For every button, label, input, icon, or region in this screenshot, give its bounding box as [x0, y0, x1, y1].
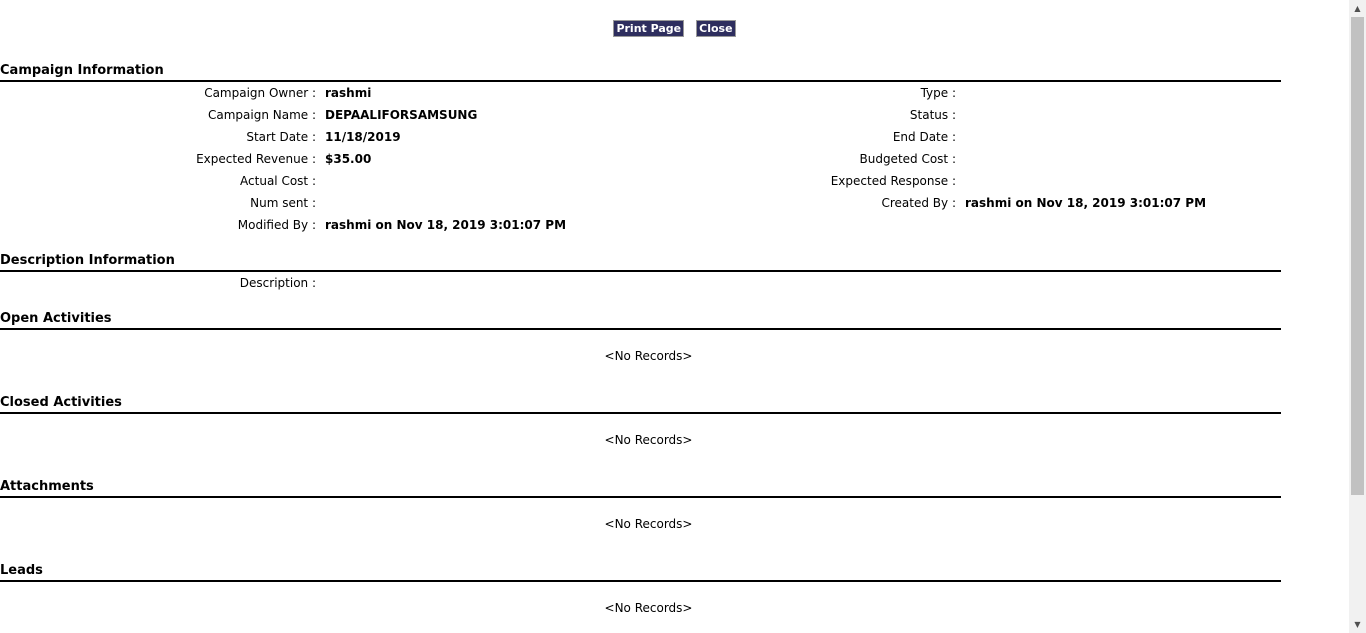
status-label: Status : [909, 108, 956, 122]
open-activities-section: Open Activities <No Records> [0, 311, 1281, 364]
description-label: Description : [239, 276, 316, 290]
end-date-label: End Date : [892, 130, 956, 144]
chevron-down-icon[interactable]: ▼ [1349, 616, 1366, 633]
campaign-name-value: DEPAALIFORSAMSUNG [325, 108, 478, 122]
actual-cost-label: Actual Cost : [240, 174, 316, 188]
start-date-label: Start Date : [246, 130, 316, 144]
modified-by-label: Modified By : [237, 218, 316, 232]
campaign-owner-value: rashmi [325, 86, 372, 100]
expected-revenue-label: Expected Revenue : [196, 152, 316, 166]
section-title: Closed Activities [0, 395, 1281, 414]
no-records-text: <No Records> [604, 433, 693, 447]
print-view-page: Print Page Close Campaign Information Ca… [0, 0, 1349, 633]
no-records-text: <No Records> [604, 517, 693, 531]
created-by-value: rashmi on Nov 18, 2019 3:01:07 PM [965, 196, 1207, 210]
detail-row: Campaign Owner : rashmi Type : [0, 82, 1281, 104]
section-title: Attachments [0, 479, 1281, 498]
scrollbar-thumb[interactable] [1351, 17, 1364, 495]
no-records-text: <No Records> [604, 601, 693, 615]
start-date-value: 11/18/2019 [325, 130, 401, 144]
type-label: Type : [920, 86, 956, 100]
vertical-scrollbar[interactable]: ▲ ▼ [1349, 0, 1366, 633]
chevron-up-icon[interactable]: ▲ [1349, 0, 1366, 17]
detail-row: Description : [0, 272, 1281, 294]
detail-row: Modified By : rashmi on Nov 18, 2019 3:0… [0, 214, 1281, 236]
modified-by-value: rashmi on Nov 18, 2019 3:01:07 PM [325, 218, 567, 232]
campaign-name-label: Campaign Name : [207, 108, 316, 122]
print-page-button[interactable]: Print Page [613, 20, 685, 37]
num-sent-label: Num sent : [250, 196, 316, 210]
closed-activities-section: Closed Activities <No Records> [0, 395, 1281, 448]
detail-row: Num sent : Created By : rashmi on Nov 18… [0, 192, 1281, 214]
description-information-section: Description Information Description : [0, 253, 1281, 294]
section-title: Leads [0, 563, 1281, 582]
detail-row: Actual Cost : Expected Response : [0, 170, 1281, 192]
attachments-section: Attachments <No Records> [0, 479, 1281, 532]
created-by-label: Created By : [881, 196, 957, 210]
section-title: Campaign Information [0, 63, 1281, 82]
section-title: Open Activities [0, 311, 1281, 330]
budgeted-cost-label: Budgeted Cost : [859, 152, 956, 166]
toolbar: Print Page Close [0, 20, 1349, 37]
campaign-owner-label: Campaign Owner : [204, 86, 316, 100]
detail-row: Campaign Name : DEPAALIFORSAMSUNG Status… [0, 104, 1281, 126]
close-button[interactable]: Close [696, 20, 736, 37]
no-records-text: <No Records> [604, 349, 693, 363]
expected-response-label: Expected Response : [830, 174, 956, 188]
detail-row: Expected Revenue : $35.00 Budgeted Cost … [0, 148, 1281, 170]
campaign-information-section: Campaign Information Campaign Owner : ra… [0, 63, 1281, 236]
detail-row: Start Date : 11/18/2019 End Date : [0, 126, 1281, 148]
leads-section: Leads <No Records> [0, 563, 1281, 616]
section-title: Description Information [0, 253, 1281, 272]
expected-revenue-value: $35.00 [325, 152, 372, 166]
